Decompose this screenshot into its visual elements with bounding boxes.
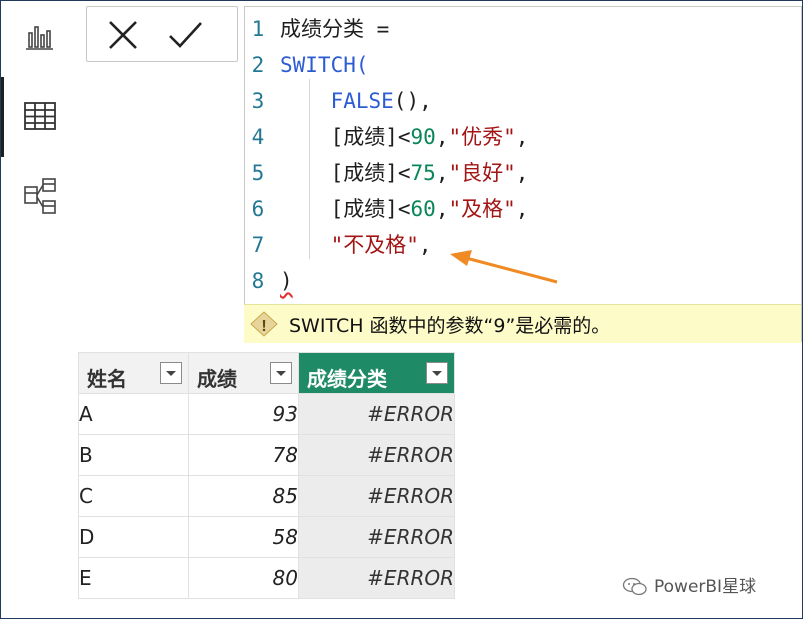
cell-score[interactable]: 93 <box>188 393 299 435</box>
cell-name[interactable]: E <box>78 557 189 599</box>
line-number: 5 <box>251 161 265 185</box>
table-view-icon[interactable] <box>23 101 57 131</box>
table-row[interactable]: C 85 #ERROR <box>78 475 455 517</box>
code-token: [成绩]< <box>280 125 411 149</box>
formula-code: [成绩]<60,"及格", <box>280 191 529 227</box>
code-token: , <box>435 161 449 185</box>
annotation-arrow <box>450 250 558 284</box>
formula-code: 成绩分类 = <box>280 11 389 47</box>
column-header-name[interactable]: 姓名 <box>78 352 189 394</box>
filter-dropdown-icon[interactable] <box>426 362 448 384</box>
cell-score[interactable]: 78 <box>188 434 299 476</box>
line-number: 3 <box>251 89 265 113</box>
cancel-icon[interactable] <box>105 17 141 53</box>
table-row[interactable]: A 93 #ERROR <box>78 393 455 435</box>
active-view-indicator <box>1 77 4 157</box>
formula-code: FALSE(), <box>280 83 432 119</box>
column-header-category[interactable]: 成绩分类 <box>298 352 455 394</box>
column-header-label: 姓名 <box>87 367 127 391</box>
watermark: PowerBI星球 <box>622 572 756 597</box>
column-header-score[interactable]: 成绩 <box>188 352 299 394</box>
error-bar: ! SWITCH 函数中的参数“9”是必需的。 <box>244 304 801 343</box>
cell-name[interactable]: D <box>78 516 189 558</box>
model-view-icon[interactable] <box>23 177 59 217</box>
line-number: 7 <box>251 233 265 257</box>
code-token: "及格" <box>448 197 516 221</box>
cell-name[interactable]: A <box>78 393 189 435</box>
cell-category[interactable]: #ERROR <box>298 557 455 599</box>
table-row[interactable]: E 80 #ERROR <box>78 557 455 599</box>
error-message: SWITCH 函数中的参数“9”是必需的。 <box>289 315 611 337</box>
table-row[interactable]: B 78 #ERROR <box>78 434 455 476</box>
code-token: "良好" <box>448 161 516 185</box>
formula-code: [成绩]<90,"优秀", <box>280 119 529 155</box>
wechat-icon <box>622 577 647 596</box>
column-header-label: 成绩分类 <box>307 367 387 391</box>
line-number: 6 <box>251 197 265 221</box>
filter-dropdown-icon[interactable] <box>270 362 292 384</box>
cell-score[interactable]: 58 <box>188 516 299 558</box>
cell-category[interactable]: #ERROR <box>298 516 455 558</box>
watermark-text: PowerBI星球 <box>654 577 757 597</box>
table-row[interactable]: D 58 #ERROR <box>78 516 455 558</box>
code-token: , <box>435 125 449 149</box>
warning-icon: ! <box>250 311 278 337</box>
code-token: [成绩]< <box>280 197 411 221</box>
view-sidebar <box>1 1 73 618</box>
report-view-icon[interactable] <box>23 23 55 53</box>
code-token: , <box>515 161 529 185</box>
code-token: 90 <box>410 125 436 149</box>
formula-code: ) <box>280 263 293 299</box>
code-token: FALSE <box>330 89 394 113</box>
cell-category[interactable]: #ERROR <box>298 475 455 517</box>
line-number: 1 <box>251 17 265 41</box>
line-number: 2 <box>251 53 265 77</box>
code-token: 75 <box>410 161 436 185</box>
code-token: , <box>515 197 529 221</box>
code-token: "不及格" <box>330 233 419 257</box>
formula-code: SWITCH( <box>280 47 369 83</box>
formula-action-buttons <box>86 6 238 62</box>
line-number: 4 <box>251 125 265 149</box>
svg-text:!: ! <box>261 318 266 335</box>
filter-dropdown-icon[interactable] <box>160 362 182 384</box>
code-token: "优秀" <box>448 125 516 149</box>
code-token: [成绩]< <box>280 161 411 185</box>
cell-name[interactable]: B <box>78 434 189 476</box>
cell-score[interactable]: 80 <box>188 557 299 599</box>
column-header-label: 成绩 <box>197 367 237 391</box>
cell-name[interactable]: C <box>78 475 189 517</box>
data-table: 姓名 成绩 成绩分类 A 93 #ERROR B 78 #ERROR C 85 #ERROR D 5… <box>78 352 455 599</box>
formula-code: [成绩]<75,"良好", <box>280 155 529 191</box>
cell-category[interactable]: #ERROR <box>298 434 455 476</box>
commit-icon[interactable] <box>167 17 203 53</box>
cell-score[interactable]: 85 <box>188 475 299 517</box>
code-token: , <box>515 125 529 149</box>
code-token: , <box>418 233 432 257</box>
cell-category[interactable]: #ERROR <box>298 393 455 435</box>
code-token: 60 <box>410 197 436 221</box>
code-token: SWITCH( <box>280 53 369 77</box>
code-token: ) <box>280 269 293 293</box>
code-token: , <box>435 197 449 221</box>
formula-code: "不及格", <box>280 227 432 263</box>
line-number: 8 <box>251 269 265 293</box>
code-token: 成绩分类 = <box>280 17 390 41</box>
code-token: (), <box>393 89 432 113</box>
